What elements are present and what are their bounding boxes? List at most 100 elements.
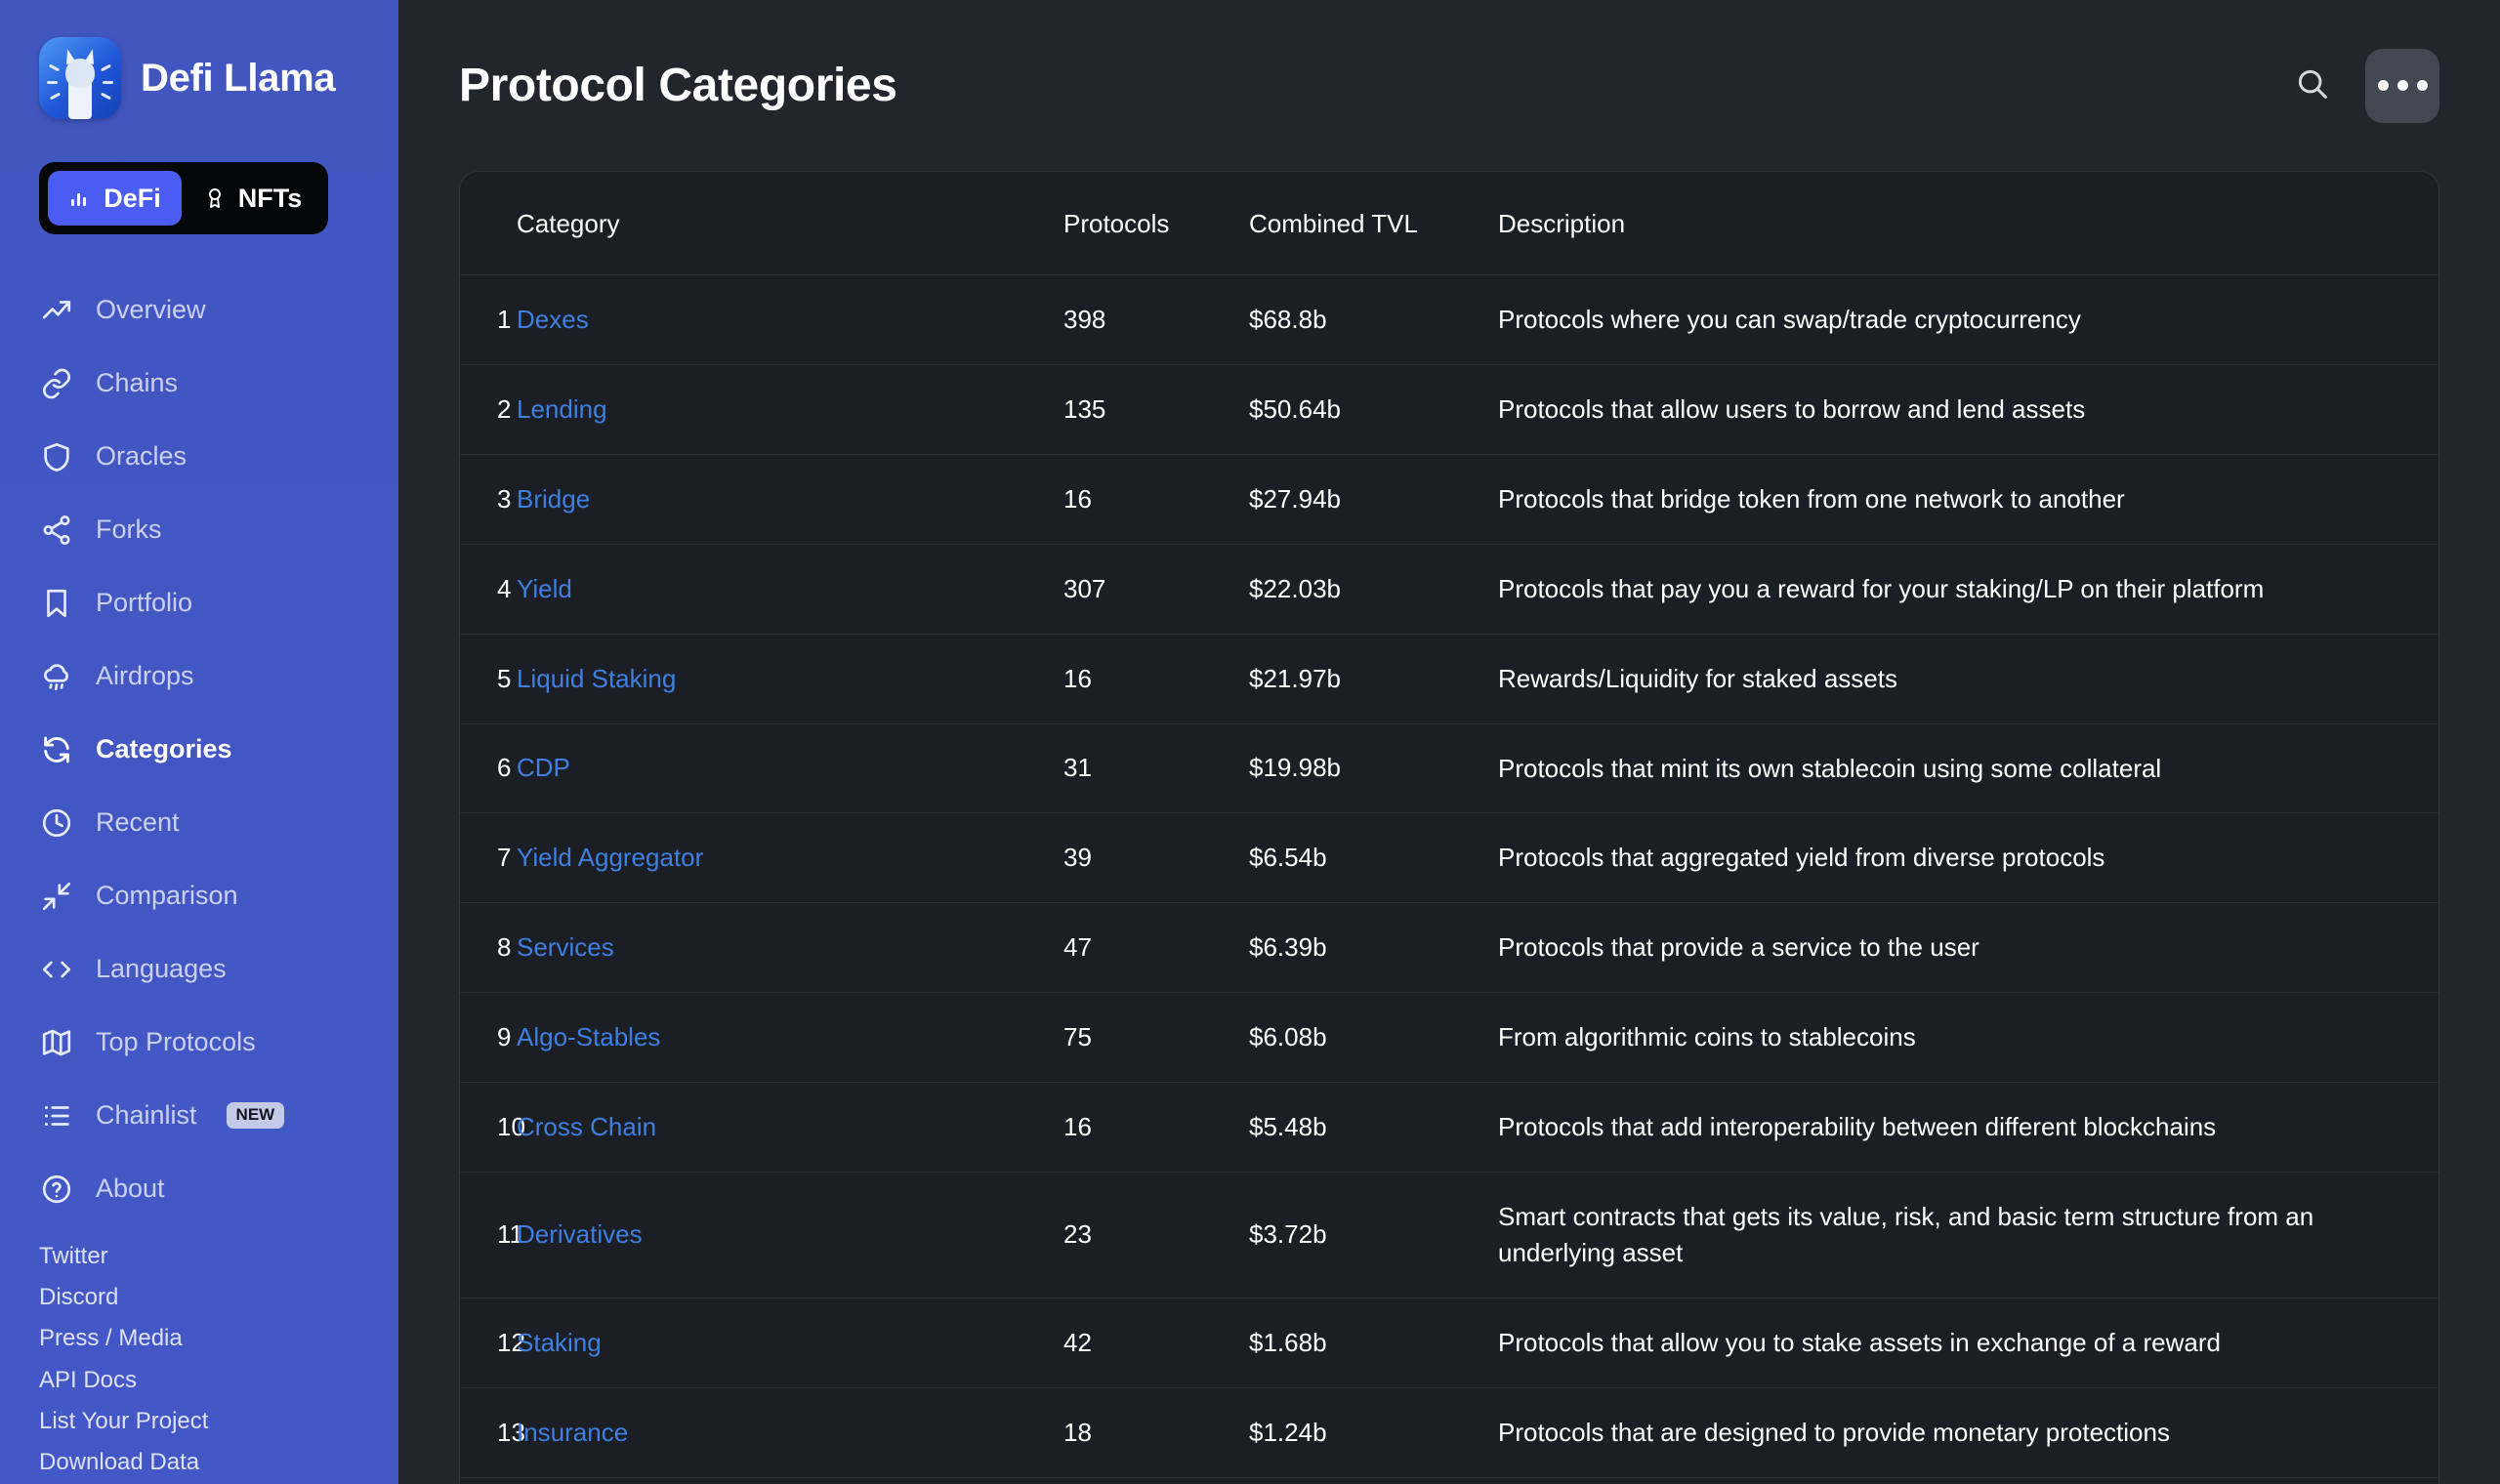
footer-link-press-media[interactable]: Press / Media [39,1323,398,1353]
category-description: Protocols that mint its own stablecoin u… [1498,753,2162,783]
refresh-cycle-icon [39,732,74,767]
sidebar-item-label: Forks [96,515,162,544]
category-description: Protocols that add interoperability betw… [1498,1112,2217,1142]
question-circle-icon [39,1172,74,1207]
brand[interactable]: Defi Llama [0,37,398,119]
toggle-defi-button[interactable]: DeFi [48,171,182,226]
footer-link-discord[interactable]: Discord [39,1282,398,1312]
category-link[interactable]: Yield Aggregator [517,843,703,872]
table-row[interactable]: 12 Staking 42 $1.68b Protocols that allo… [460,1298,2438,1388]
combined-tvl: $22.03b [1249,573,1341,603]
table-row[interactable]: 9 Algo-Stables 75 $6.08b From algorithmi… [460,992,2438,1084]
sidebar-item-airdrops[interactable]: Airdrops [39,639,398,713]
protocols-count: 23 [1063,1219,1092,1250]
sidebar-item-comparison[interactable]: Comparison [39,859,398,932]
combined-tvl: $6.39b [1249,932,1327,963]
protocols-count: 42 [1063,1327,1092,1357]
table-row[interactable]: 8 Services 47 $6.39b Protocols that prov… [460,902,2438,994]
sidebar-item-categories[interactable]: Categories [39,713,398,786]
table-row[interactable]: 4 Yield 307 $22.03b Protocols that pay y… [460,544,2438,635]
row-rank: 4 [497,573,512,603]
category-link[interactable]: Liquid Staking [517,664,676,693]
shield-icon [39,439,74,474]
category-link[interactable]: Bridge [517,484,590,514]
category-description: Protocols that provide a service to the … [1498,932,1979,963]
combined-tvl: $6.08b [1249,1022,1327,1052]
category-description: Protocols that aggregated yield from div… [1498,843,2105,873]
category-link[interactable]: Cross Chain [517,1112,656,1141]
column-header-tvl[interactable]: Combined TVL [1249,172,1498,275]
footer-link-download-data[interactable]: Download Data [39,1447,398,1477]
status-badge-new: NEW [226,1102,285,1129]
sidebar-item-label: Recent [96,807,180,837]
topbar: Protocol Categories [398,0,2500,171]
category-link[interactable]: Dexes [517,305,589,334]
trending-up-icon [39,293,74,328]
category-link[interactable]: Services [517,932,614,962]
column-header-category[interactable]: Category [517,172,1063,275]
table-header: Category Protocols Combined TVL Descript… [460,172,2438,275]
combined-tvl: $3.72b [1249,1219,1327,1250]
footer-link-twitter[interactable]: Twitter [39,1241,398,1271]
protocols-count: 16 [1063,483,1092,514]
ellipsis-icon [2377,80,2389,91]
sidebar-item-languages[interactable]: Languages [39,932,398,1006]
protocols-count: 307 [1063,573,1106,603]
search-icon [2294,65,2331,105]
sidebar-item-label: Overview [96,295,206,324]
footer-link-list-project[interactable]: List Your Project [39,1406,398,1436]
defi-nfts-toggle: DeFi NFTs [39,162,328,234]
sidebar-item-recent[interactable]: Recent [39,786,398,859]
category-link[interactable]: Derivatives [517,1219,643,1249]
map-icon [39,1025,74,1060]
toggle-nfts-button[interactable]: NFTs [186,171,319,226]
category-link[interactable]: Yield [517,574,572,603]
sidebar-item-chainlist[interactable]: Chainlist NEW [39,1079,398,1152]
app-root: Defi Llama DeFi NFTs Overview Chains Ora… [0,0,2500,1484]
llama-logo-icon [39,37,121,119]
category-link[interactable]: Insurance [517,1418,628,1447]
sidebar-item-portfolio[interactable]: Portfolio [39,566,398,639]
search-button[interactable] [2287,61,2338,111]
page-title: Protocol Categories [459,60,897,111]
column-header-description[interactable]: Description [1498,172,2438,275]
sidebar-item-forks[interactable]: Forks [39,493,398,566]
row-rank: 2 [497,393,512,424]
sidebar-item-chains[interactable]: Chains [39,347,398,420]
more-menu-button[interactable] [2365,48,2439,123]
clock-icon [39,805,74,841]
row-rank: 9 [497,1022,512,1052]
sidebar-item-label: Airdrops [96,661,194,690]
category-link[interactable]: Algo-Stables [517,1022,660,1051]
category-link[interactable]: CDP [517,753,570,782]
category-link[interactable]: Lending [517,394,607,424]
sidebar-item-oracles[interactable]: Oracles [39,420,398,493]
sidebar-item-label: About [96,1174,165,1203]
row-rank: 3 [497,483,512,514]
table-row[interactable]: 10 Cross Chain 16 $5.48b Protocols that … [460,1082,2438,1174]
table-row[interactable]: 1 Dexes 398 $68.8b Protocols where you c… [460,274,2438,365]
protocols-count: 47 [1063,932,1092,963]
table-row[interactable]: 3 Bridge 16 $27.94b Protocols that bridg… [460,454,2438,545]
combined-tvl: $50.64b [1249,393,1341,424]
sidebar-item-top-protocols[interactable]: Top Protocols [39,1006,398,1079]
table-row[interactable]: 2 Lending 135 $50.64b Protocols that all… [460,364,2438,455]
sidebar-nav: Overview Chains Oracles Forks Portfolio … [0,273,398,1225]
combined-tvl: $19.98b [1249,753,1341,783]
category-description: Rewards/Liquidity for staked assets [1498,663,1897,693]
category-link[interactable]: Staking [517,1328,602,1357]
table-row[interactable]: 11 Derivatives 23 $3.72b Smart contracts… [460,1172,2438,1298]
column-header-protocols[interactable]: Protocols [1063,172,1249,275]
sidebar-item-label: Portfolio [96,588,193,617]
table-row[interactable]: 6 CDP 31 $19.98b Protocols that mint its… [460,723,2438,814]
sidebar-item-overview[interactable]: Overview [39,273,398,347]
table-row[interactable]: 7 Yield Aggregator 39 $6.54b Protocols t… [460,812,2438,904]
table-row[interactable]: 14 Payments 7 $1.18b Offer the ability t… [460,1477,2438,1484]
footer-link-api-docs[interactable]: API Docs [39,1365,398,1395]
table-row[interactable]: 5 Liquid Staking 16 $21.97b Rewards/Liqu… [460,634,2438,724]
share-nodes-icon [39,513,74,548]
list-icon [39,1098,74,1134]
combined-tvl: $1.68b [1249,1327,1327,1357]
table-row[interactable]: 13 Insurance 18 $1.24b Protocols that ar… [460,1387,2438,1478]
sidebar-item-about[interactable]: About [39,1152,398,1225]
